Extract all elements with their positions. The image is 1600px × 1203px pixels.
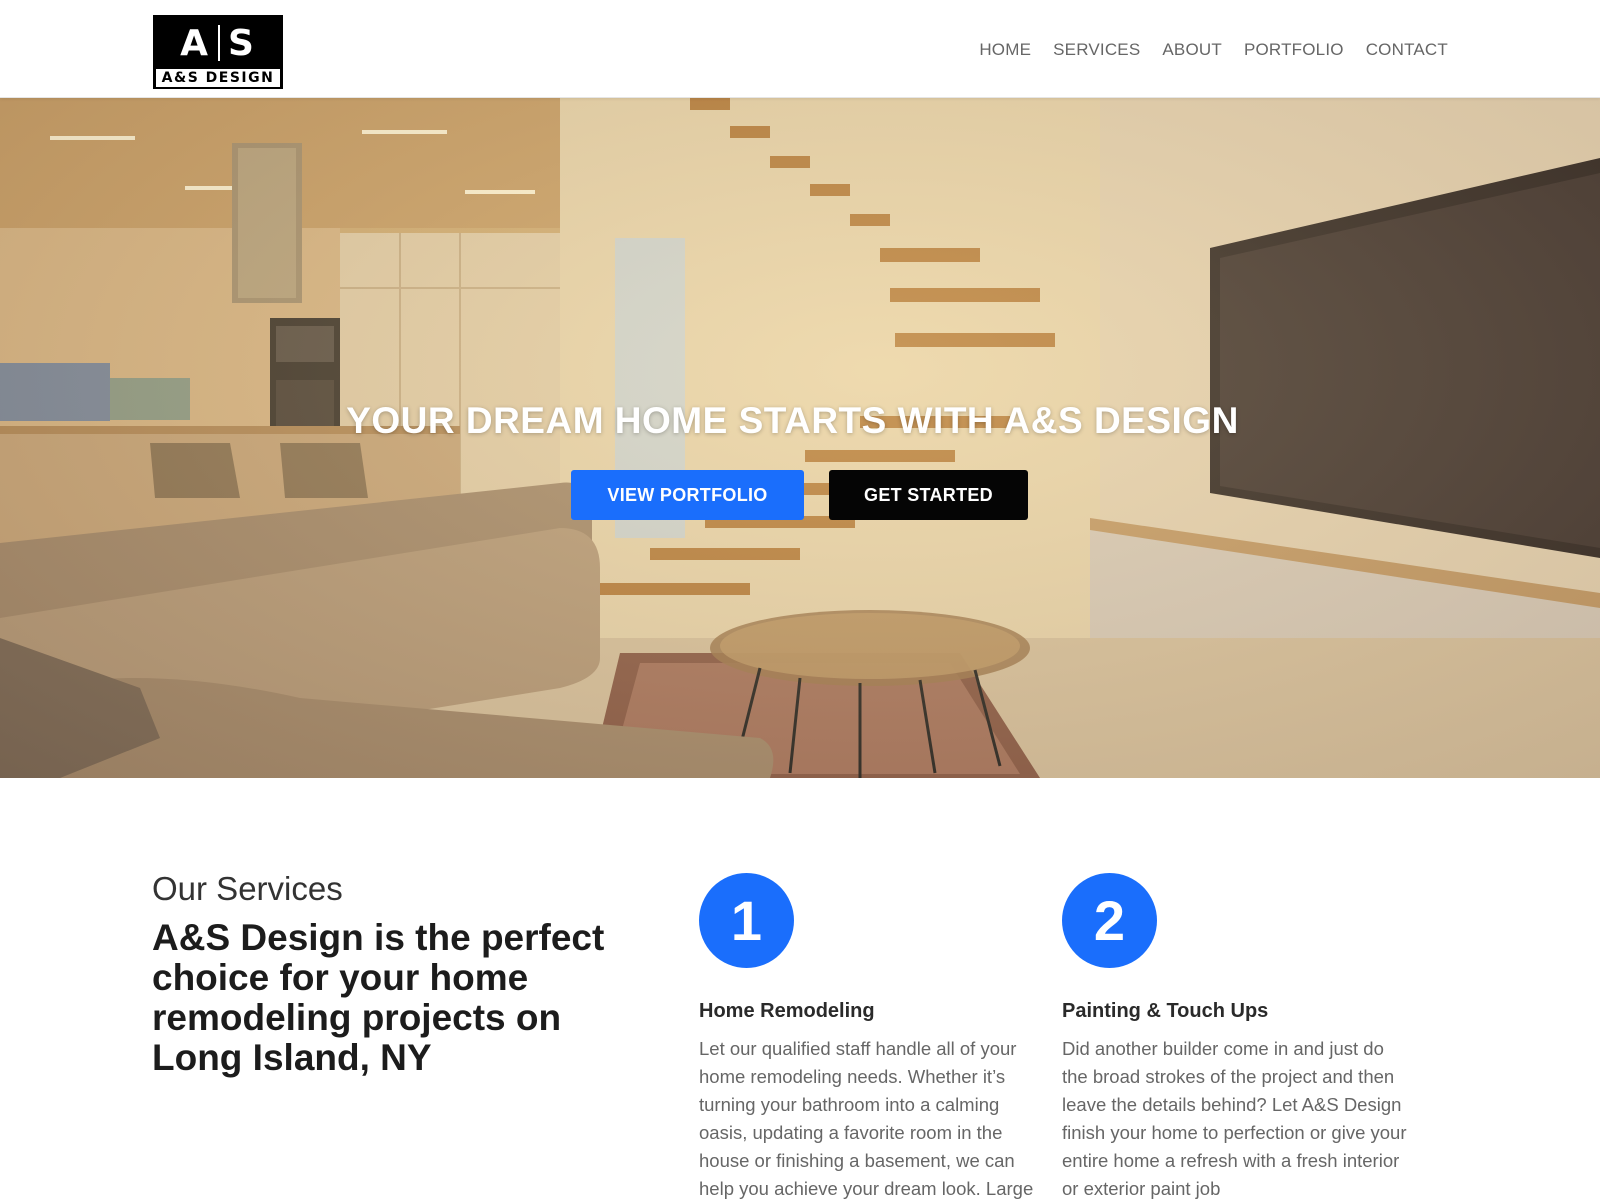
service-number-badge: 2 bbox=[1062, 873, 1157, 968]
services-eyebrow: Our Services bbox=[152, 870, 343, 907]
get-started-button[interactable]: GET STARTED bbox=[829, 470, 1028, 520]
service-description: Let our qualified staff handle all of yo… bbox=[699, 1038, 1034, 1199]
hero-section: YOUR DREAM HOME STARTS WITH A&S DESIGN V… bbox=[0, 98, 1600, 778]
nav-home[interactable]: HOME bbox=[979, 40, 1031, 60]
logo-mark: A S bbox=[153, 21, 283, 65]
nav-about[interactable]: ABOUT bbox=[1162, 40, 1222, 60]
service-card-home-remodeling: 1 Home Remodeling Let our qualified staf… bbox=[699, 873, 1044, 1203]
nav-services[interactable]: SERVICES bbox=[1053, 40, 1140, 60]
nav-contact[interactable]: CONTACT bbox=[1366, 40, 1448, 60]
site-header: A S A&S DESIGN HOME SERVICES ABOUT PORTF… bbox=[0, 0, 1600, 98]
logo-divider bbox=[217, 25, 220, 61]
services-heading: A&S Design is the perfect choice for you… bbox=[152, 917, 605, 1078]
logo-letter-a: A bbox=[180, 22, 210, 64]
nav-portfolio[interactable]: PORTFOLIO bbox=[1244, 40, 1344, 60]
logo-letter-s: S bbox=[227, 22, 256, 64]
view-portfolio-button[interactable]: VIEW PORTFOLIO bbox=[571, 470, 804, 520]
main-nav: HOME SERVICES ABOUT PORTFOLIO CONTACT bbox=[979, 40, 1448, 60]
logo-wordmark: A&S DESIGN bbox=[156, 69, 280, 87]
service-title: Painting & Touch Ups bbox=[1062, 1000, 1269, 1022]
service-number-badge: 1 bbox=[699, 873, 794, 968]
site-logo[interactable]: A S A&S DESIGN bbox=[153, 15, 283, 89]
service-card-painting: 2 Painting & Touch Ups Did another build… bbox=[1062, 873, 1407, 1203]
hero-title: YOUR DREAM HOME STARTS WITH A&S DESIGN bbox=[346, 400, 1239, 441]
service-title: Home Remodeling bbox=[699, 1000, 875, 1022]
service-description: Did another builder come in and just do … bbox=[1062, 1038, 1407, 1199]
